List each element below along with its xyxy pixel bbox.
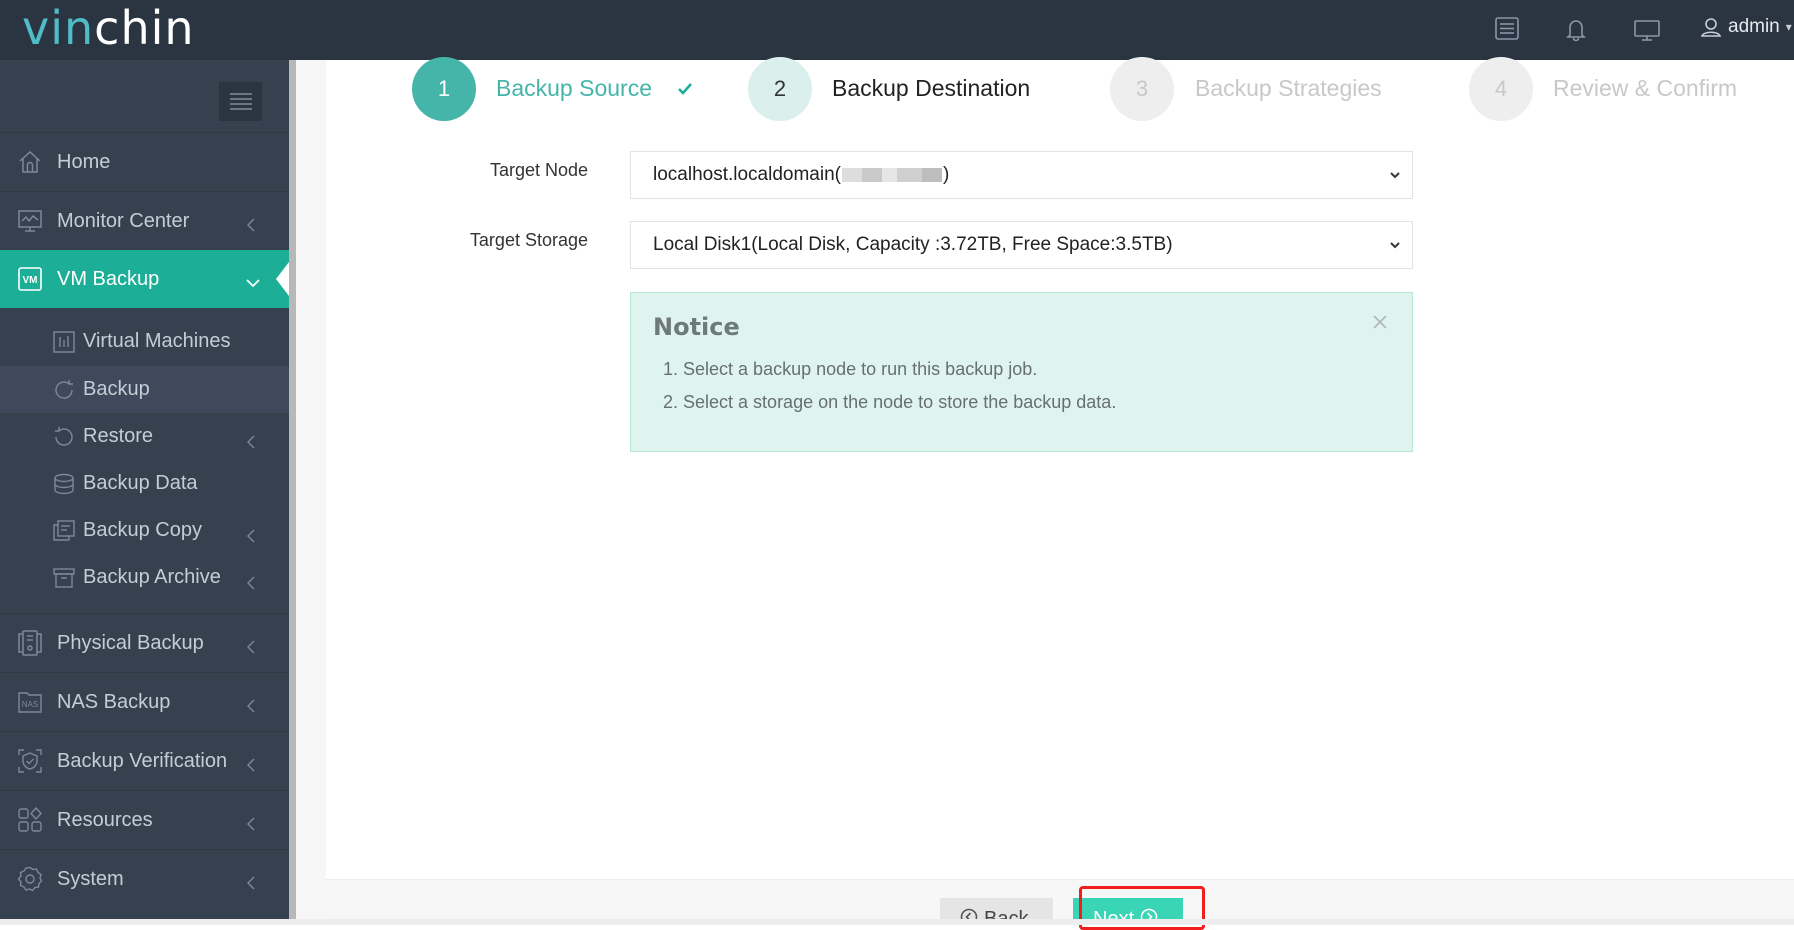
checkmark-icon (677, 81, 693, 97)
step-2-circle: 2 (748, 57, 812, 121)
active-indicator (276, 262, 289, 296)
archive-icon (53, 567, 75, 589)
refresh-icon (53, 379, 75, 401)
top-header: vinchin admin ▾ (0, 0, 1794, 60)
chevron-left-icon (246, 576, 256, 590)
target-storage-value: Local Disk1(Local Disk, Capacity :3.72TB… (653, 234, 1173, 255)
monitor-chart-icon (17, 208, 43, 234)
sidebar-subitem-virtual-machines[interactable]: Virtual Machines (0, 318, 289, 365)
restore-icon (53, 426, 75, 448)
chevron-left-icon (246, 876, 256, 890)
sidebar-item-label: Resources (57, 808, 153, 831)
window-bottom-edge (0, 919, 1794, 925)
sidebar-item-resources[interactable]: Resources (0, 791, 289, 849)
step-2-label: Backup Destination (832, 75, 1031, 101)
nas-icon: NAS (17, 689, 43, 715)
sidebar-subitem-restore[interactable]: Restore (0, 413, 289, 460)
monitor-icon[interactable] (1632, 14, 1662, 44)
sidebar-item-label: Backup Verification (57, 749, 228, 772)
vinchin-logo[interactable]: vinchin (22, 2, 195, 54)
logo-part-2: chin (94, 1, 195, 55)
redacted-ip (842, 168, 942, 182)
target-node-select[interactable]: localhost.localdomain() (630, 151, 1413, 199)
chevron-down-icon (1388, 238, 1402, 252)
content-gutter (296, 60, 326, 920)
sidebar-subitem-backup[interactable]: Backup (0, 366, 289, 413)
step-1-circle[interactable]: 1 (412, 57, 476, 121)
target-storage-select[interactable]: Local Disk1(Local Disk, Capacity :3.72TB… (630, 221, 1413, 269)
sidebar-item-system[interactable]: System (0, 850, 289, 908)
sidebar-subitem-label: Restore (83, 425, 154, 447)
chevron-left-icon (246, 218, 256, 232)
sidebar-item-label: System (57, 867, 124, 890)
target-node-label: Target Node (489, 160, 588, 180)
sidebar-subitem-label: Backup Copy (83, 519, 202, 541)
chevron-down-icon (1388, 168, 1402, 182)
sidebar-subitem-backup-archive[interactable]: Backup Archive (0, 554, 289, 601)
sidebar-subitem-backup-data[interactable]: Backup Data (0, 460, 289, 507)
sidebar-item-label: VM Backup (57, 267, 160, 290)
sidebar-item-home[interactable]: Home (0, 133, 289, 191)
sidebar-toggle-button[interactable] (219, 82, 262, 121)
bell-icon[interactable] (1561, 14, 1591, 44)
sidebar-subitem-label: Backup Data (83, 472, 198, 494)
chevron-left-icon (246, 758, 256, 772)
svg-text:NAS: NAS (22, 700, 38, 709)
close-icon[interactable] (1371, 313, 1389, 331)
chevron-down-icon (246, 278, 260, 288)
task-list-icon[interactable] (1492, 14, 1522, 44)
sidebar-item-label: Monitor Center (57, 209, 190, 232)
notice-line: 2. Select a storage on the node to store… (663, 392, 1117, 412)
gear-icon (17, 866, 43, 892)
vm-icon: VM (17, 266, 43, 292)
sidebar-subitem-label: Backup Archive (83, 566, 221, 588)
svg-text:VM: VM (23, 275, 38, 286)
database-icon (53, 473, 75, 495)
sidebar-item-label: Home (57, 150, 111, 173)
vm-list-icon (53, 330, 75, 353)
logo-part-1: vin (22, 1, 95, 55)
chevron-left-icon (246, 817, 256, 831)
chevron-left-icon (246, 640, 256, 654)
step-number: 4 (1494, 76, 1508, 101)
sidebar-item-backup-verification[interactable]: Backup Verification (0, 732, 289, 790)
caret-down-icon: ▾ (1785, 20, 1792, 34)
chevron-left-icon (246, 699, 256, 713)
sidebar-subitem-backup-copy[interactable]: Backup Copy (0, 507, 289, 554)
sidebar-item-monitor-center[interactable]: Monitor Center (0, 192, 289, 250)
step-3-circle: 3 (1110, 57, 1174, 121)
resources-icon (17, 807, 43, 833)
sidebar-item-label: Physical Backup (57, 631, 204, 654)
sidebar-subitem-label: Virtual Machines (83, 330, 231, 352)
target-node-value: localhost.localdomain( (653, 164, 841, 185)
step-1-label[interactable]: Backup Source (496, 75, 652, 102)
step-number: 2 (773, 76, 787, 101)
chevron-left-icon (246, 529, 256, 543)
step-3-label: Backup Strategies (1195, 75, 1382, 101)
shield-check-icon (17, 748, 43, 774)
sidebar-item-vm-backup[interactable]: VM VM Backup (0, 250, 289, 308)
step-4-circle: 4 (1469, 57, 1533, 121)
server-icon (17, 630, 43, 656)
user-menu[interactable]: admin ▾ (1700, 16, 1792, 38)
target-storage-label: Target Storage (469, 230, 588, 250)
home-icon (17, 149, 43, 175)
chevron-left-icon (246, 435, 256, 449)
notice-title: Notice (653, 313, 740, 341)
sidebar-item-physical-backup[interactable]: Physical Backup (0, 614, 289, 672)
step-4-label: Review & Confirm (1553, 75, 1738, 101)
notice-box: Notice 1. Select a backup node to run th… (630, 292, 1413, 452)
step-number: 3 (1135, 76, 1149, 101)
copy-icon (53, 519, 75, 542)
sidebar-subitem-label: Backup (83, 378, 150, 400)
sidebar-item-label: NAS Backup (57, 690, 171, 713)
sidebar-scrollbar[interactable] (289, 60, 296, 920)
username: admin (1728, 16, 1780, 37)
user-icon (1700, 16, 1722, 38)
step-number: 1 (437, 76, 451, 101)
target-node-value-suffix: ) (943, 164, 950, 185)
notice-line: 1. Select a backup node to run this back… (663, 359, 1038, 379)
sidebar-item-nas-backup[interactable]: NAS NAS Backup (0, 673, 289, 731)
